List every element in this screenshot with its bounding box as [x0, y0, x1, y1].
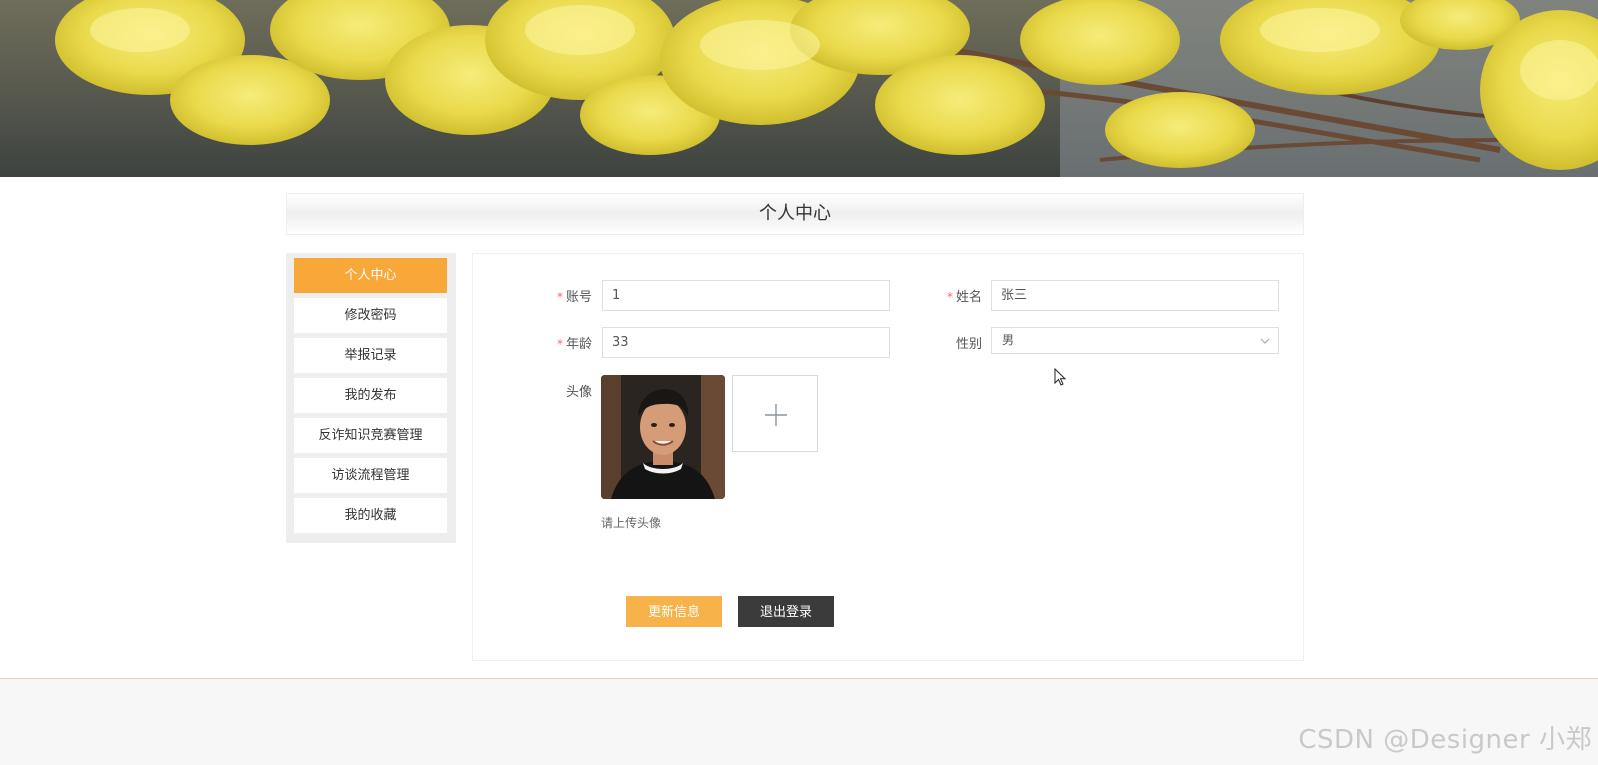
account-label: * 账号 [556, 290, 592, 305]
sidebar-menu: 个人中心 修改密码 举报记录 我的发布 反诈知识竞赛管理 访谈流程管理 我的收藏 [286, 253, 456, 543]
page-footer: CSDN @Designer 小郑 [0, 678, 1598, 765]
sidebar-item-my-posts[interactable]: 我的发布 [294, 378, 447, 413]
header-banner [0, 0, 1598, 177]
gender-select[interactable]: 男 [991, 327, 1279, 354]
account-input[interactable]: 1 [602, 280, 890, 311]
avatar-upload-hint: 请上传头像 [601, 516, 662, 530]
avatar-portrait [601, 375, 725, 499]
avatar-upload-button[interactable] [732, 375, 818, 452]
age-label: * 年龄 [556, 337, 592, 352]
chevron-down-icon [1260, 338, 1270, 344]
age-input[interactable]: 33 [602, 327, 890, 358]
watermark-text: CSDN @Designer 小郑 [1298, 725, 1592, 755]
sidebar-item-interview-management[interactable]: 访谈流程管理 [294, 458, 447, 493]
sidebar-item-quiz-management[interactable]: 反诈知识竞赛管理 [294, 418, 447, 453]
plus-icon [765, 404, 787, 426]
required-mark: * [946, 290, 953, 304]
required-mark: * [556, 290, 563, 304]
avatar-image [601, 375, 725, 499]
gender-label: 性别 [955, 337, 982, 352]
gender-select-value: 男 [1002, 333, 1015, 347]
sidebar-item-change-password[interactable]: 修改密码 [294, 298, 447, 333]
sidebar-item-my-favorites[interactable]: 我的收藏 [294, 498, 447, 533]
required-mark: * [556, 337, 563, 351]
sidebar-item-profile[interactable]: 个人中心 [294, 258, 447, 293]
name-input[interactable]: 张三 [991, 280, 1279, 311]
name-label: * 姓名 [946, 290, 982, 305]
page-title: 个人中心 [286, 193, 1304, 235]
mouse-cursor-icon [1054, 368, 1067, 386]
sidebar-item-report-records[interactable]: 举报记录 [294, 338, 447, 373]
logout-button[interactable]: 退出登录 [738, 596, 834, 627]
update-info-button[interactable]: 更新信息 [626, 596, 722, 627]
avatar-label: 头像 [565, 385, 592, 400]
flower-banner-image [55, 0, 1598, 177]
profile-form-panel [472, 253, 1304, 661]
